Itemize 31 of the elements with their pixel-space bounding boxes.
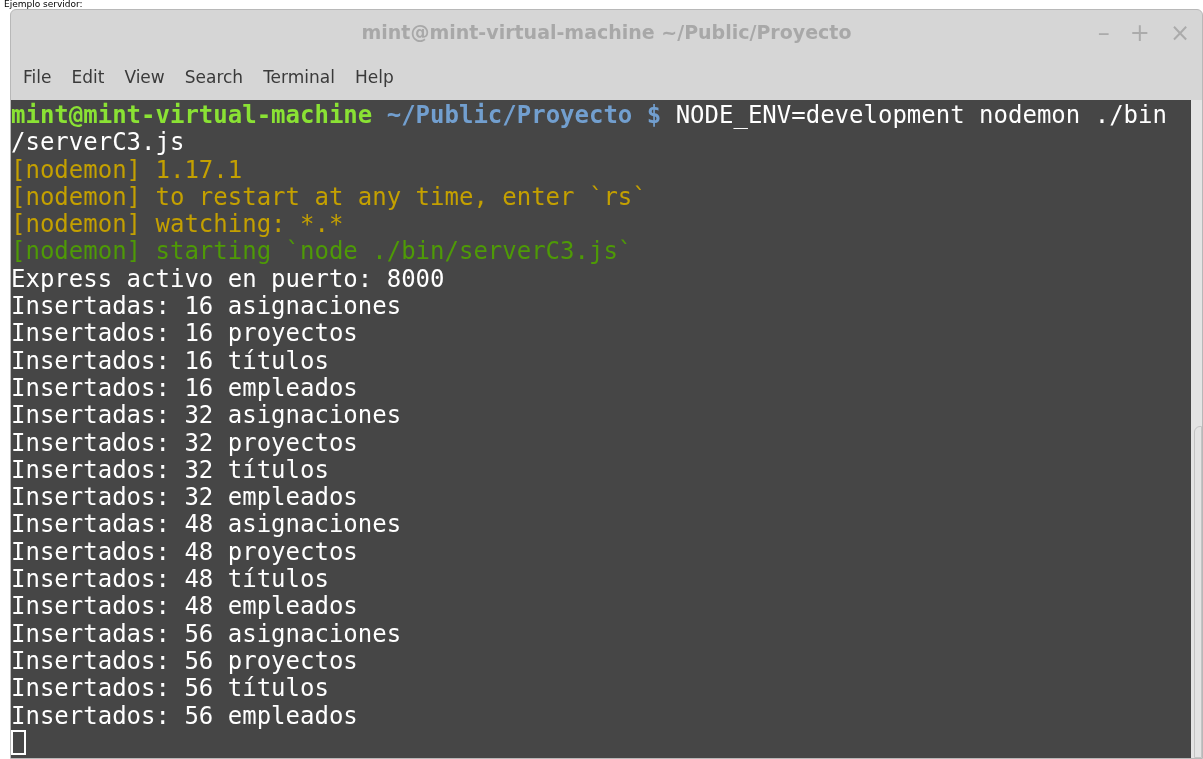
caption: Ejemplo servidor:	[3, 0, 84, 9]
terminal-line: Insertadas: 32 asignaciones	[11, 402, 402, 430]
terminal-line: Insertados: 32 proyectos	[11, 429, 358, 457]
terminal-line: Insertadas: 56 asignaciones	[11, 620, 402, 648]
terminal-line: Insertados: 32 empleados	[11, 484, 358, 512]
terminal-line: Insertadas: 16 asignaciones	[11, 293, 402, 321]
menu-item[interactable]: Edit	[71, 64, 105, 91]
menu-item[interactable]: Help	[354, 64, 394, 91]
terminal-line: Insertados: 32 títulos	[11, 456, 329, 485]
menu-item[interactable]: Terminal	[263, 64, 335, 91]
terminal-line: [nodemon] to restart at any time, enter `rs`	[11, 183, 647, 212]
terminal-line: Insertados: 16 títulos	[11, 347, 329, 375]
terminal-line: [nodemon] 1.17.1	[11, 156, 243, 184]
terminal-line: /serverC3.js	[11, 129, 185, 157]
terminal-line: Insertados: 48 empleados	[11, 593, 358, 621]
terminal-line: Insertadas: 48 asignaciones	[11, 511, 402, 539]
terminal-line: Insertados: 48 proyectos	[11, 538, 358, 567]
terminal-line: Insertados: 56 empleados	[11, 702, 358, 730]
terminal-line: mint@mint-virtual-machine ~/Public/Proyecto $ NODE_ENV=development nodemon ./bin	[11, 102, 1167, 130]
menu-item[interactable]: File	[23, 64, 52, 91]
terminal-line: Insertados: 16 proyectos	[11, 320, 358, 348]
terminal-line: Insertados: 56 títulos	[11, 675, 329, 703]
terminal-line: [nodemon] watching: *.*	[11, 211, 344, 239]
cursor	[11, 729, 26, 755]
terminal-line: Insertados: 56 proyectos	[11, 647, 358, 676]
terminal-line: Insertados: 48 títulos	[11, 566, 329, 594]
menu-item[interactable]: View	[124, 64, 165, 91]
terminal-line: Express activo en puerto: 8000	[11, 265, 445, 294]
terminal-line: [nodemon] starting `node ./bin/serverC3.js`	[11, 238, 633, 266]
terminal-line: Insertados: 16 empleados	[11, 374, 358, 403]
menu-item[interactable]: Search	[184, 64, 244, 91]
